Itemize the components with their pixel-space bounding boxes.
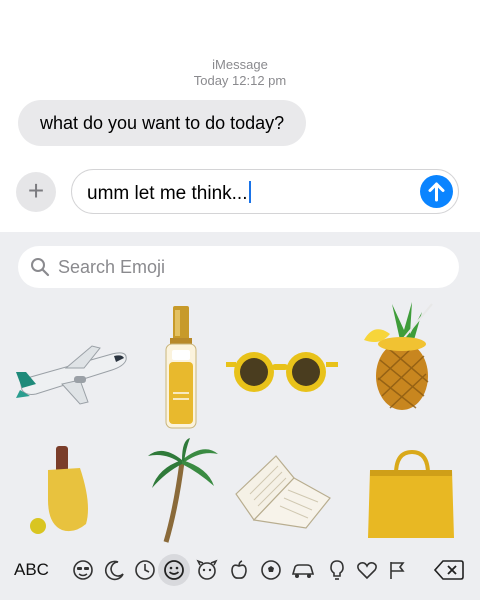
recent-clock-icon[interactable]	[134, 559, 156, 581]
flags-icon[interactable]	[386, 559, 408, 581]
emoji-search-field[interactable]: Search Emoji	[18, 246, 459, 288]
palm-tree-sticker[interactable]	[146, 438, 220, 544]
food-apple-icon[interactable]	[228, 559, 250, 581]
shopping-bag-sticker[interactable]	[366, 450, 458, 542]
search-icon	[31, 258, 50, 277]
message-input[interactable]: umm let me think...	[71, 169, 459, 214]
animal-icon[interactable]	[196, 559, 218, 581]
sunglasses-sticker[interactable]	[226, 348, 338, 398]
open-book-sticker[interactable]	[232, 450, 350, 530]
send-button[interactable]	[420, 175, 453, 208]
serum-bottle-sticker[interactable]	[160, 304, 202, 432]
add-attachment-button[interactable]: +	[16, 172, 56, 212]
memoji-icon[interactable]	[72, 559, 94, 581]
message-input-value: umm let me think...	[87, 183, 248, 204]
timestamp: Today 12:12 pm	[193, 73, 287, 88]
emoji-category-bar: ABC	[0, 550, 480, 590]
pickleball-paddle-sticker[interactable]	[28, 444, 100, 536]
message-input-text: umm let me think...	[87, 181, 251, 205]
conversation-area: iMessage Today 12:12 pm what do you want…	[0, 0, 480, 232]
pineapple-drink-sticker[interactable]	[360, 300, 438, 412]
backspace-icon[interactable]	[434, 559, 464, 581]
conversation-meta: iMessage Today 12:12 pm	[0, 57, 480, 89]
airplane-sticker[interactable]	[14, 338, 132, 410]
service-label: iMessage	[212, 57, 268, 72]
symbols-heart-icon[interactable]	[356, 559, 378, 581]
objects-bulb-icon[interactable]	[326, 559, 348, 581]
activity-ball-icon[interactable]	[260, 559, 282, 581]
text-caret	[248, 181, 251, 203]
incoming-message-bubble[interactable]: what do you want to do today?	[18, 100, 307, 146]
smiley-icon[interactable]	[158, 554, 190, 586]
emoji-keyboard: Search Emoji ABC	[0, 232, 480, 600]
stickers-moon-icon[interactable]	[104, 559, 126, 581]
travel-car-icon[interactable]	[290, 559, 316, 581]
emoji-search-placeholder: Search Emoji	[58, 257, 166, 277]
abc-keyboard-button[interactable]: ABC	[14, 560, 49, 580]
arrow-up-icon	[428, 182, 445, 202]
